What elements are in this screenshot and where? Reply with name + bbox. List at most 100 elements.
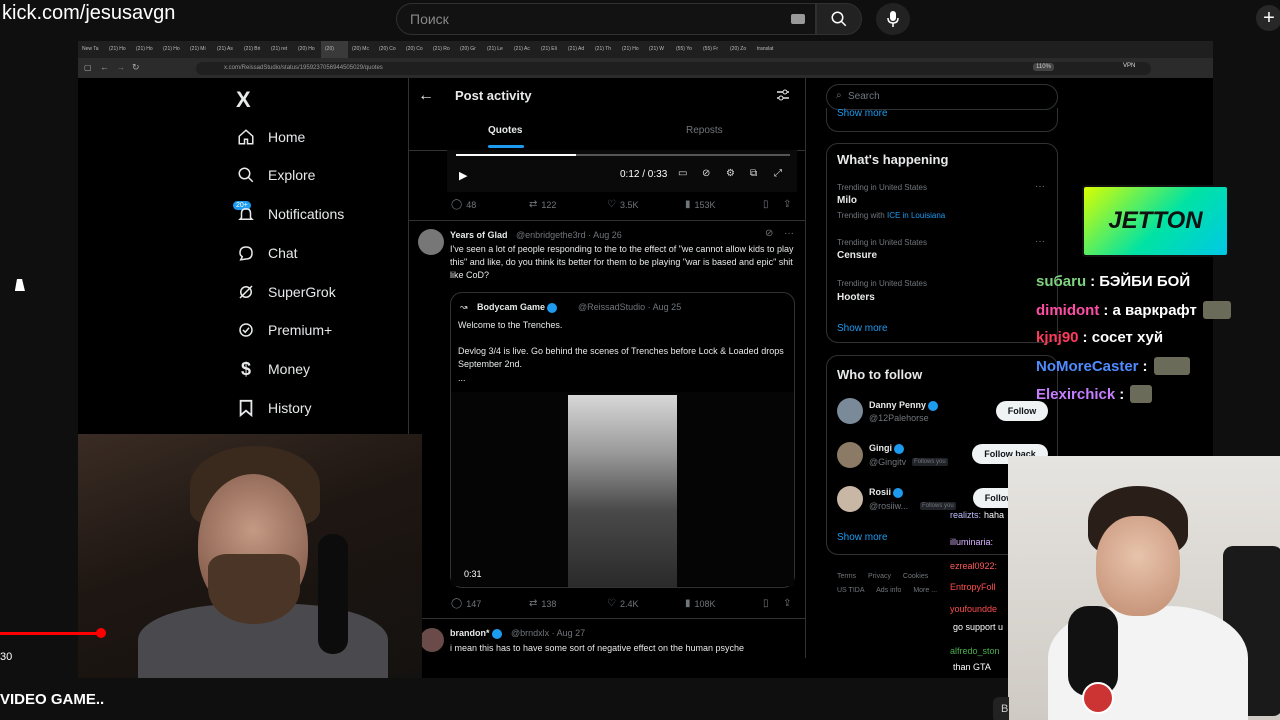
nav-chat[interactable]: Chat xyxy=(236,241,298,265)
follow-button[interactable]: Follow xyxy=(996,401,1048,421)
more-icon[interactable]: ··· xyxy=(1035,236,1045,247)
bookmark-button[interactable]: ▯ xyxy=(763,199,783,210)
footer-link[interactable]: More ... xyxy=(913,587,937,594)
reply-button[interactable]: ◯ 48 xyxy=(451,199,529,210)
follow-suggestion-name[interactable]: Danny Penny xyxy=(869,400,939,411)
nav-premium[interactable]: Premium+ xyxy=(236,318,332,342)
browser-tab[interactable]: (21) As xyxy=(213,41,240,58)
browser-tab[interactable]: (21) Ho xyxy=(105,41,132,58)
browser-tab[interactable]: (20) Co xyxy=(402,41,429,58)
avatar[interactable] xyxy=(837,442,863,468)
youtube-search-input[interactable]: Поиск xyxy=(396,3,816,35)
browser-tab[interactable]: (21) Ad xyxy=(564,41,591,58)
repost-button[interactable]: ⇄ 138 xyxy=(529,598,607,609)
browser-tab[interactable]: (21) Ho xyxy=(618,41,645,58)
popout-icon[interactable]: ⧉ xyxy=(750,168,757,179)
nav-notifications[interactable]: Notifications xyxy=(236,202,344,226)
browser-tab[interactable]: (20) Mc xyxy=(348,41,375,58)
post-author-handle[interactable]: @brndxlx · Aug 27 xyxy=(511,628,585,638)
repost-button[interactable]: ⇄ 122 xyxy=(529,199,607,210)
browser-tab[interactable]: (21) Mi xyxy=(186,41,213,58)
views-button[interactable]: ▮ 153K xyxy=(685,199,763,210)
nav-money[interactable]: $ Money xyxy=(236,357,310,381)
browser-tab[interactable]: (21) Bri xyxy=(240,41,267,58)
browser-tab[interactable]: (21) Ac xyxy=(510,41,537,58)
post-author-name[interactable]: Years of Glad xyxy=(450,230,508,240)
filter-icon[interactable] xyxy=(776,88,790,102)
post-author-name[interactable]: brandon* xyxy=(450,628,502,639)
trend-name[interactable]: Milo xyxy=(837,195,857,206)
back-icon[interactable]: ← xyxy=(100,62,109,72)
nav-home[interactable]: Home xyxy=(236,125,305,149)
video-title[interactable]: VIDEO GAME.. xyxy=(0,691,104,708)
browser-tab[interactable]: (20) xyxy=(321,41,348,58)
browser-tab[interactable]: (21) Eli xyxy=(537,41,564,58)
browser-tab[interactable]: (21) Le xyxy=(483,41,510,58)
share-button[interactable]: ⇪ xyxy=(783,199,795,210)
side-button[interactable]: В xyxy=(993,697,1009,720)
footer-link[interactable]: Privacy xyxy=(868,573,891,580)
browser-tab[interactable]: (21) Th xyxy=(591,41,618,58)
trend-name[interactable]: Censure xyxy=(837,250,877,261)
tab-reposts[interactable]: Reposts xyxy=(686,125,723,136)
like-button[interactable]: ♡ 2.4K xyxy=(607,598,685,609)
footer-link[interactable]: Ads info xyxy=(876,587,901,594)
views-button[interactable]: ▮ 108K xyxy=(685,598,763,609)
browser-tab[interactable]: (21) W xyxy=(645,41,672,58)
vpn-badge[interactable]: VPN xyxy=(1123,63,1135,69)
trend-name[interactable]: Hooters xyxy=(837,292,875,303)
mute-icon[interactable]: ⊘ xyxy=(702,168,710,179)
address-bar[interactable]: x.com/ReissadStudio/status/1959237056944… xyxy=(196,62,1151,75)
footer-link[interactable]: Cookies xyxy=(903,573,928,580)
browser-tab[interactable]: (20) Zo xyxy=(726,41,753,58)
footer-link[interactable]: US TIDA xyxy=(837,587,865,594)
more-icon[interactable]: ··· xyxy=(784,228,794,239)
play-icon[interactable]: ▶ xyxy=(459,169,467,182)
avatar[interactable] xyxy=(837,398,863,424)
youtube-scrubber-handle[interactable] xyxy=(96,628,106,638)
more-icon[interactable]: ··· xyxy=(1035,181,1045,192)
keyboard-icon[interactable] xyxy=(791,14,805,24)
quoted-author-handle[interactable]: @ReissadStudio · Aug 25 xyxy=(578,302,681,312)
grok-icon[interactable]: ⊘ xyxy=(765,228,773,239)
browser-tab[interactable]: (21) Ro xyxy=(429,41,456,58)
sidebar-toggle-icon[interactable]: ▢ xyxy=(84,63,92,72)
zoom-level[interactable]: 110% xyxy=(1033,63,1054,71)
show-more-link[interactable]: Show more xyxy=(837,323,888,334)
youtube-search-button[interactable] xyxy=(816,3,862,35)
nav-explore[interactable]: Explore xyxy=(236,163,315,187)
quoted-author-name[interactable]: Bodycam Game xyxy=(477,302,558,313)
like-button[interactable]: ♡ 3.5K xyxy=(607,199,685,210)
show-more-link[interactable]: Show more xyxy=(837,532,888,543)
browser-tab[interactable]: (20) Ho xyxy=(294,41,321,58)
nav-supergrok[interactable]: SuperGrok xyxy=(236,280,336,304)
fullscreen-icon[interactable]: ⤢ xyxy=(774,168,782,179)
avatar[interactable] xyxy=(418,229,444,255)
browser-tab[interactable]: translat xyxy=(753,41,780,58)
browser-tab[interactable]: (55) Yo xyxy=(672,41,699,58)
video-thumbnail[interactable] xyxy=(568,395,677,587)
nav-history[interactable]: History xyxy=(236,396,312,420)
post-author-handle[interactable]: @enbridgethe3rd · Aug 26 xyxy=(516,230,622,240)
voice-search-button[interactable] xyxy=(876,3,910,35)
reload-icon[interactable]: ↻ xyxy=(132,62,140,73)
browser-tab[interactable]: (20) Gr xyxy=(456,41,483,58)
youtube-progress-bar[interactable] xyxy=(0,632,100,635)
browser-tab[interactable]: New Ta xyxy=(78,41,105,58)
reply-button[interactable]: ◯ 147 xyxy=(451,598,529,609)
footer-link[interactable]: Terms xyxy=(837,573,856,580)
browser-tab[interactable]: (20) Co xyxy=(375,41,402,58)
browser-tab[interactable]: (55) Fr xyxy=(699,41,726,58)
show-more-link[interactable]: Show more xyxy=(837,108,888,119)
back-arrow-icon[interactable]: ← xyxy=(418,87,434,105)
x-logo[interactable]: X xyxy=(236,87,251,113)
captions-icon[interactable]: ▭ xyxy=(678,168,687,179)
bookmark-button[interactable]: ▯ xyxy=(763,598,783,609)
tab-quotes[interactable]: Quotes xyxy=(488,125,522,136)
browser-tab[interactable]: (21) ret xyxy=(267,41,294,58)
browser-tab[interactable]: (21) Ho xyxy=(132,41,159,58)
create-button[interactable]: + xyxy=(1256,5,1280,31)
avatar[interactable] xyxy=(420,628,444,652)
browser-tab[interactable]: (21) Ho xyxy=(159,41,186,58)
follow-suggestion-name[interactable]: Gingi xyxy=(869,443,904,454)
